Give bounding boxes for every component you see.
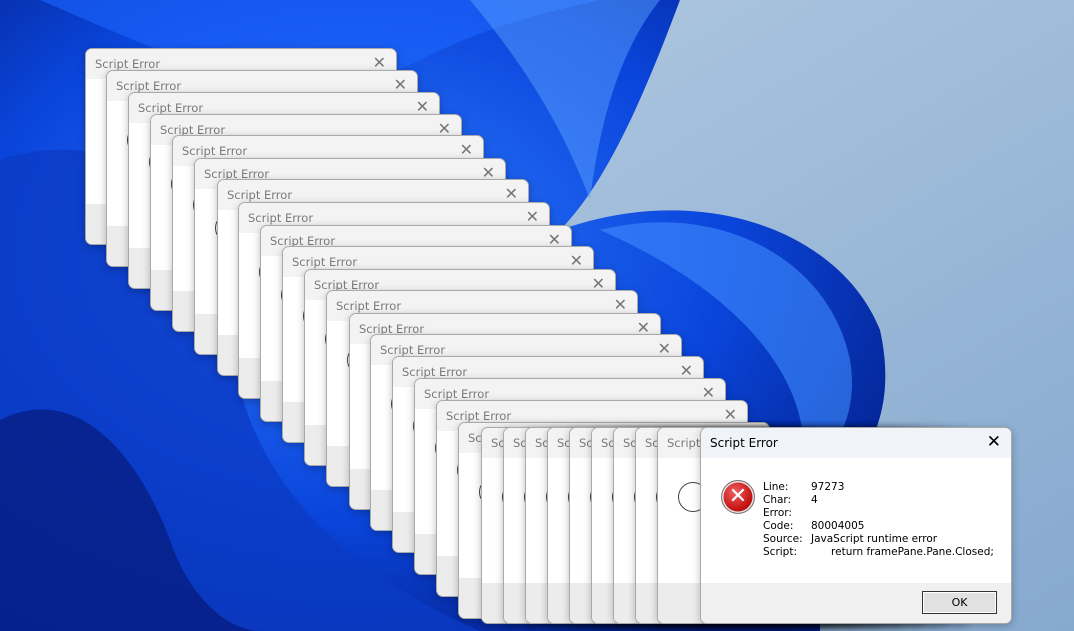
error-icon: ✕ [721,480,755,514]
field-line: Line: 97273 [763,481,994,494]
close-icon[interactable]: ✕ [505,185,518,203]
close-icon[interactable]: ✕ [614,296,627,314]
field-value: 80004005 [811,520,865,532]
field-label: Error: [763,507,792,519]
dialog-title: Script Error [138,101,204,115]
script-error-dialog: Script Error ✕ ✕ Line: 97273 Char: 4 Error… [700,427,1012,624]
field-code: Code: 80004005 [763,520,994,533]
dialog-title: Script Error [95,57,161,71]
error-details: Line: 97273 Char: 4 Error: Code: 80004005 S… [763,481,994,559]
field-value: JavaScript runtime error [811,533,938,545]
field-label: Char: [763,494,792,506]
field-value: 4 [811,494,818,506]
dialog-title: Script Error [336,299,402,313]
field-error: Error: [763,507,994,520]
field-label: Line: [763,481,789,493]
field-label: Script: [763,546,797,558]
close-icon[interactable]: ✕ [526,208,539,226]
dialog-title: Script Error [380,343,446,357]
dialog-title: Script Error [424,387,490,401]
field-value: return framePane.Pane.Closed; [811,546,994,558]
field-script: Script: return framePane.Pane.Closed; [763,546,994,559]
close-icon[interactable]: ✕ [987,433,1001,451]
close-icon[interactable]: ✕ [570,252,583,270]
ok-button[interactable]: OK [922,591,997,614]
field-char: Char: 4 [763,494,994,507]
field-value: 97273 [811,481,845,493]
dialog-title: Script Error [292,255,358,269]
dialog-title-bar[interactable]: Script Error ✕ [701,428,1011,458]
dialog-title: Script Error [182,144,248,158]
field-source: Source: JavaScript runtime error [763,533,994,546]
dialog-title: Script Error [227,188,293,202]
field-label: Source: [763,533,803,545]
dialog-title: Script Error [116,79,182,93]
dialog-title: Script Error [248,211,314,225]
field-label: Code: [763,520,794,532]
close-icon[interactable]: ✕ [460,141,473,159]
dialog-title: Script Error [402,365,468,379]
dialog-title: Script Error [710,436,778,450]
dialog-title: Script Error [446,409,512,423]
